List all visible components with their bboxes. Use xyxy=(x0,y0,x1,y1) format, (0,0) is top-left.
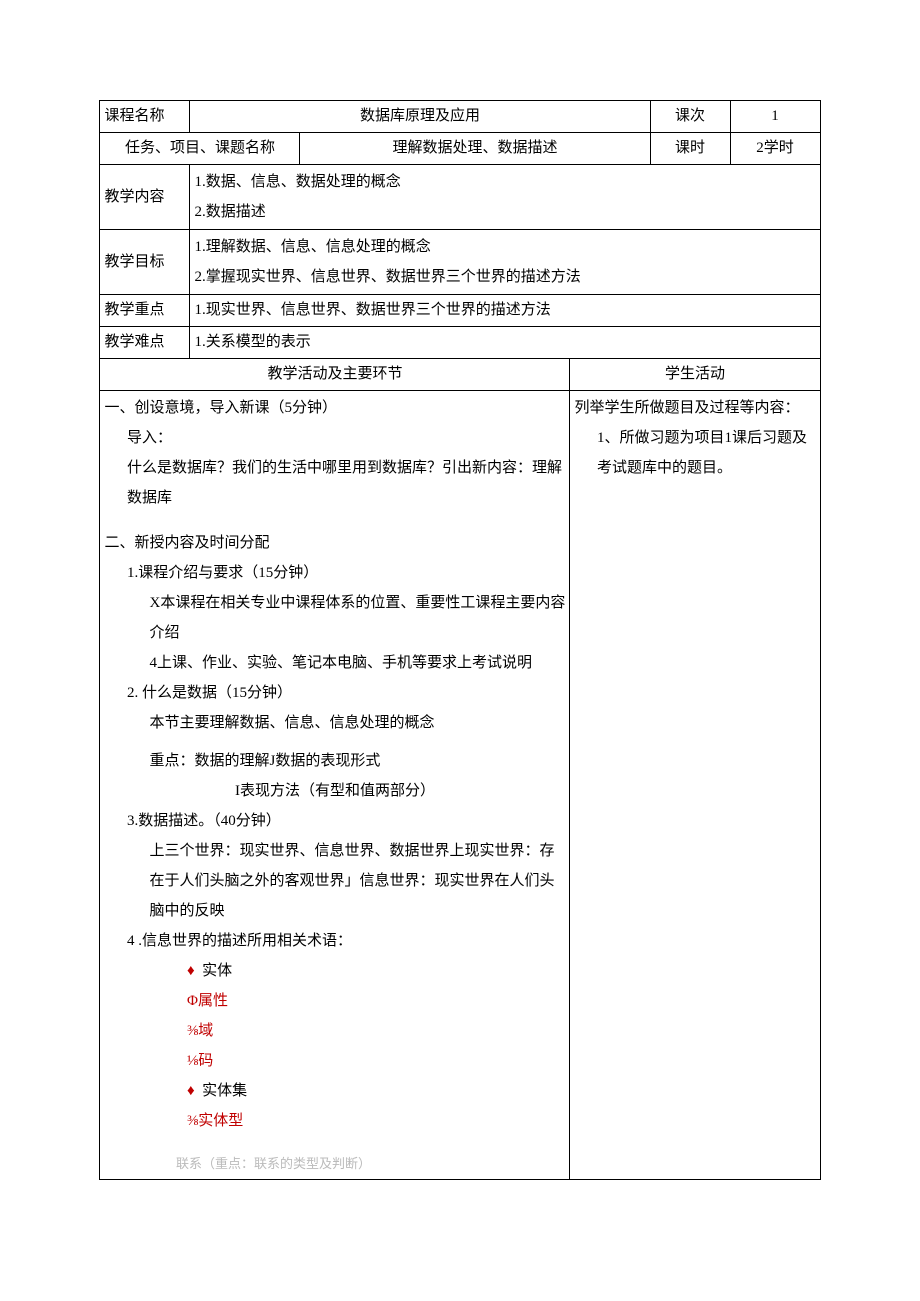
teaching-goal-label: 教学目标 xyxy=(100,230,190,295)
section-2-4-title: 4 .信息世界的描述所用相关术语： xyxy=(104,926,565,956)
teaching-content-value: 1.数据、信息、数据处理的概念 2.数据描述 xyxy=(190,165,820,230)
section-2-2-line-2: 重点：数据的理解J数据的表现形式 xyxy=(104,746,565,776)
diamond-icon: ♦ xyxy=(187,1082,195,1099)
course-name-value: 数据库原理及应用 xyxy=(190,101,650,133)
keypoint-value: 1.现实世界、信息世界、数据世界三个世界的描述方法 xyxy=(190,295,820,327)
section-2-3-title: 3.数据描述。（40分钟） xyxy=(104,806,565,836)
goal-line-1: 1.理解数据、信息、信息处理的概念 xyxy=(194,232,815,262)
bullet-entity-text: 实体 xyxy=(202,963,232,979)
section-1-title: 一、创设意境，导入新课（5分钟） xyxy=(104,393,565,423)
section-2-3-line-1: 上三个世界：现实世界、信息世界、数据世界上现实世界：存在于人们头脑之外的客观世界… xyxy=(104,836,565,926)
diamond-icon: ♦ xyxy=(187,962,195,979)
goal-line-2: 2.掌握现实世界、信息世界、数据世界三个世界的描述方法 xyxy=(194,262,815,292)
teaching-content-label: 教学内容 xyxy=(100,165,190,230)
bullet-attribute: Φ属性 xyxy=(104,986,565,1016)
bullet-entity-set: ♦ 实体集 xyxy=(104,1076,565,1106)
period-label: 课时 xyxy=(650,133,730,165)
section-2-2-line-1: 本节主要理解数据、信息、信息处理的概念 xyxy=(104,708,565,738)
cutoff-line: 联系（重点：联系的类型及判断） xyxy=(104,1151,565,1177)
student-activity-body: 列举学生所做题目及过程等内容： 1、所做习题为项目1课后习题及考试题库中的题目。 xyxy=(570,391,820,1180)
content-line-1: 1.数据、信息、数据处理的概念 xyxy=(194,167,815,197)
bullet-key: ⅛码 xyxy=(104,1046,565,1076)
difficulty-value: 1.关系模型的表示 xyxy=(190,327,820,359)
lesson-plan-table: 课程名称 数据库原理及应用 课次 1 任务、项目、课题名称 理解数据处理、数据描… xyxy=(99,100,820,1180)
student-line-1: 列举学生所做题目及过程等内容： xyxy=(574,393,815,423)
course-name-label: 课程名称 xyxy=(100,101,190,133)
section-2-2-line-3: I表现方法（有型和值两部分） xyxy=(104,776,565,806)
bullet-entity-set-text: 实体集 xyxy=(202,1083,247,1099)
bullet-entity-type: ⅜实体型 xyxy=(104,1106,565,1136)
section-2-2-title: 2. 什么是数据（15分钟） xyxy=(104,678,565,708)
task-value: 理解数据处理、数据描述 xyxy=(300,133,650,165)
bullet-entity: ♦ 实体 xyxy=(104,956,565,986)
content-line-2: 2.数据描述 xyxy=(194,197,815,227)
period-value: 2学时 xyxy=(730,133,820,165)
section-2-1-line-1: X本课程在相关专业中课程体系的位置、重要性工课程主要内容介绍 xyxy=(104,588,565,648)
task-label: 任务、项目、课题名称 xyxy=(100,133,300,165)
teaching-activity-header: 教学活动及主要环节 xyxy=(100,359,570,391)
session-count-label: 课次 xyxy=(650,101,730,133)
teaching-activity-body: 一、创设意境，导入新课（5分钟） 导入： 什么是数据库？我们的生活中哪里用到数据… xyxy=(100,391,570,1180)
bullet-domain: ⅜域 xyxy=(104,1016,565,1046)
section-1-intro-text: 什么是数据库？我们的生活中哪里用到数据库？引出新内容：理解数据库 xyxy=(104,453,565,513)
section-1-intro-label: 导入： xyxy=(104,423,565,453)
section-2-1-title: 1.课程介绍与要求（15分钟） xyxy=(104,558,565,588)
section-2-title: 二、新授内容及时间分配 xyxy=(104,528,565,558)
section-2-1-line-2: 4上课、作业、实验、笔记本电脑、手机等要求上考试说明 xyxy=(104,648,565,678)
session-count-value: 1 xyxy=(730,101,820,133)
student-activity-header: 学生活动 xyxy=(570,359,820,391)
difficulty-label: 教学难点 xyxy=(100,327,190,359)
teaching-goal-value: 1.理解数据、信息、信息处理的概念 2.掌握现实世界、信息世界、数据世界三个世界… xyxy=(190,230,820,295)
keypoint-label: 教学重点 xyxy=(100,295,190,327)
student-line-2: 1、所做习题为项目1课后习题及考试题库中的题目。 xyxy=(574,423,815,483)
